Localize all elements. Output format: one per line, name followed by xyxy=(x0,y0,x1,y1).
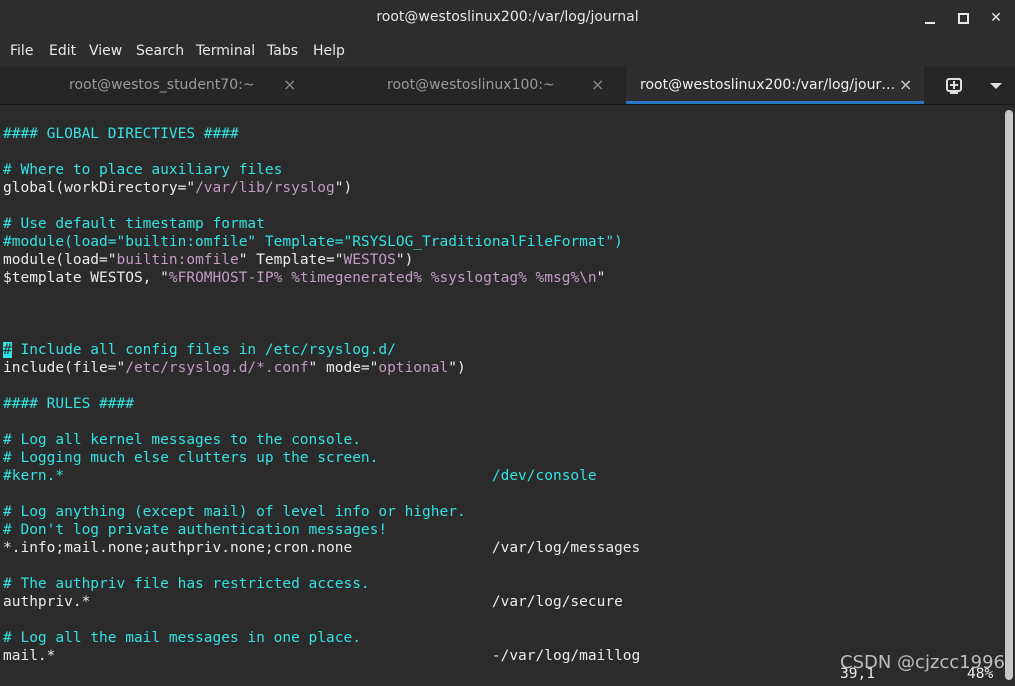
menu-help[interactable]: Help xyxy=(313,43,345,59)
code-line: # Use default timestamp format xyxy=(3,216,265,232)
tab-label: root@westoslinux100:~ xyxy=(387,77,555,93)
minimize-icon[interactable] xyxy=(918,6,942,30)
menu-file[interactable]: File xyxy=(10,43,33,59)
new-tab-icon[interactable] xyxy=(936,73,972,99)
tab-close-icon[interactable]: × xyxy=(283,75,296,94)
tab-label: root@westoslinux200:/var/log/jour… xyxy=(640,77,896,93)
menu-bar: File Edit View Search Terminal Tabs Help xyxy=(0,36,1015,66)
menu-edit[interactable]: Edit xyxy=(49,43,76,59)
code-line: *.info;mail.none;authpriv.none;cron.none… xyxy=(3,540,641,556)
code-line: mail.* -/var/log/maillog xyxy=(3,648,641,664)
code-line: # Log anything (except mail) of level in… xyxy=(3,504,466,520)
tab-close-icon[interactable]: × xyxy=(591,75,604,94)
menu-view[interactable]: View xyxy=(89,43,122,59)
tab-westoslinux200[interactable]: root@westoslinux200:/var/log/jour… × xyxy=(626,66,924,104)
title-bar: root@westoslinux200:/var/log/journal ✕ xyxy=(0,0,1015,36)
active-tab-indicator xyxy=(626,101,924,104)
tab-westoslinux100[interactable]: root@westoslinux100:~ × xyxy=(312,66,626,104)
code-line: include(file="/etc/rsyslog.d/*.conf" mod… xyxy=(3,360,466,376)
code-line: #### RULES #### xyxy=(3,396,134,412)
tab-westos-student70[interactable]: root@westos_student70:~ × xyxy=(0,66,312,104)
tab-menu-icon[interactable] xyxy=(982,73,1010,99)
code-line: module(load="builtin:omfile" Template="W… xyxy=(3,252,414,268)
code-line: #kern.* /dev/console xyxy=(3,468,597,484)
code-line: # The authpriv file has restricted acces… xyxy=(3,576,370,592)
tab-label: root@westos_student70:~ xyxy=(69,77,255,93)
code-line: #module(load="builtin:omfile" Template="… xyxy=(3,234,623,250)
maximize-icon[interactable] xyxy=(951,6,975,30)
code-line: # Where to place auxiliary files xyxy=(3,162,283,178)
text-cursor: # xyxy=(3,342,12,358)
scrollbar-thumb[interactable] xyxy=(1005,110,1013,680)
terminal-content[interactable]: #### GLOBAL DIRECTIVES #### # Where to p… xyxy=(0,105,1002,686)
code-line: # Log all kernel messages to the console… xyxy=(3,432,361,448)
code-line: authpriv.* /var/log/secure xyxy=(3,594,623,610)
menu-terminal[interactable]: Terminal xyxy=(196,43,255,59)
code-line: global(workDirectory="/var/lib/rsyslog") xyxy=(3,180,353,196)
code-line: #### GLOBAL DIRECTIVES #### xyxy=(3,126,239,142)
code-line: # Logging much else clutters up the scre… xyxy=(3,450,379,466)
watermark: CSDN @cjzcc1996 xyxy=(840,652,1005,673)
menu-tabs[interactable]: Tabs xyxy=(267,43,298,59)
close-icon[interactable]: ✕ xyxy=(984,6,1008,30)
code-line: # Include all config files in /etc/rsysl… xyxy=(3,342,396,358)
menu-search[interactable]: Search xyxy=(136,43,184,59)
code-line: # Don't log private authentication messa… xyxy=(3,522,388,538)
code-line: $template WESTOS, "%FROMHOST-IP% %timege… xyxy=(3,270,606,286)
window-title: root@westoslinux200:/var/log/journal xyxy=(376,9,639,25)
tab-close-icon[interactable]: × xyxy=(899,75,912,94)
code-line: # Log all the mail messages in one place… xyxy=(3,630,361,646)
tab-bar: root@westos_student70:~ × root@westoslin… xyxy=(0,66,1015,105)
